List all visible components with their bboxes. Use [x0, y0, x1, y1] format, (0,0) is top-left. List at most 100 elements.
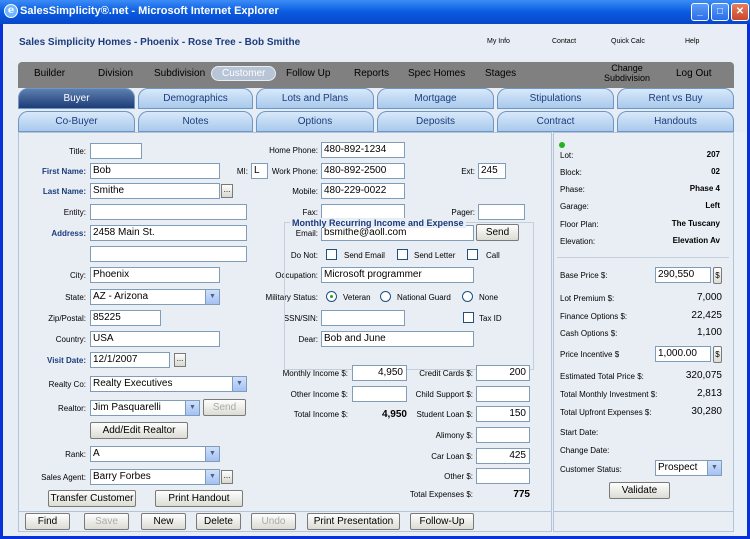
- first-name-input[interactable]: Bob: [90, 163, 220, 179]
- undo-button[interactable]: Undo: [251, 513, 296, 530]
- customer-status-select[interactable]: Prospect ▼: [655, 460, 722, 476]
- mobile-input[interactable]: 480-229-0022: [321, 183, 405, 199]
- entity-input[interactable]: [90, 204, 247, 220]
- monthly-income-input[interactable]: 4,950: [352, 365, 407, 381]
- print-presentation-button[interactable]: Print Presentation: [307, 513, 400, 530]
- base-price-dollar-button[interactable]: $: [713, 267, 722, 284]
- nav-builder[interactable]: Builder: [34, 68, 65, 79]
- realty-select[interactable]: Realty Executives ▼: [90, 376, 247, 392]
- nav-stages[interactable]: Stages: [485, 68, 516, 79]
- my-info-link[interactable]: My Info: [487, 38, 510, 45]
- maximize-button[interactable]: □: [711, 3, 729, 21]
- visit-date-input[interactable]: 12/1/2007: [90, 352, 170, 368]
- follow-up-button[interactable]: Follow-Up: [410, 513, 474, 530]
- realtor-select[interactable]: Jim Pasquarelli ▼: [90, 400, 200, 416]
- transfer-customer-button[interactable]: Transfer Customer: [48, 490, 136, 507]
- car-loan-input[interactable]: 425: [476, 448, 530, 464]
- car-loan-label: Car Loan $:: [431, 452, 473, 461]
- tab-contract[interactable]: Contract: [497, 111, 614, 132]
- address-line2-input[interactable]: [90, 246, 247, 262]
- home-phone-input[interactable]: 480-892-1234: [321, 142, 405, 158]
- lot-premium-value: 7,000: [696, 292, 722, 303]
- nav-logout[interactable]: Log Out: [676, 68, 712, 79]
- save-button[interactable]: Save: [84, 513, 129, 530]
- tab-co-buyer[interactable]: Co-Buyer: [18, 111, 135, 132]
- state-select[interactable]: AZ - Arizona ▼: [90, 289, 220, 305]
- chevron-down-icon: ▼: [707, 461, 721, 475]
- title-bar: e SalesSimplicity®.net - Microsoft Inter…: [0, 0, 750, 24]
- last-name-input[interactable]: Smithe: [90, 183, 220, 199]
- address-line1-input[interactable]: 2458 Main St.: [90, 225, 247, 241]
- scrollbar[interactable]: [734, 132, 747, 536]
- tab-stipulations[interactable]: Stipulations: [497, 88, 614, 109]
- nav-customer[interactable]: Customer: [211, 66, 277, 81]
- credit-cards-input[interactable]: 200: [476, 365, 530, 381]
- chevron-down-icon: ▼: [232, 377, 246, 391]
- alimony-input[interactable]: [476, 427, 530, 443]
- calendar-button[interactable]: ...: [174, 353, 186, 367]
- other-expense-input[interactable]: [476, 468, 530, 484]
- income-expense-title: Monthly Recurring Income and Expense: [290, 218, 466, 228]
- cash-options-value: 1,100: [696, 327, 722, 338]
- tab-handouts[interactable]: Handouts: [617, 111, 734, 132]
- tab-options[interactable]: Options: [256, 111, 374, 132]
- tab-mortgage[interactable]: Mortgage: [377, 88, 494, 109]
- contact-link[interactable]: Contact: [552, 38, 576, 45]
- nav-follow-up[interactable]: Follow Up: [286, 68, 330, 79]
- validate-button[interactable]: Validate: [609, 482, 670, 499]
- nav-change-line2: Subdivision: [604, 73, 651, 83]
- help-link[interactable]: Help: [685, 38, 699, 45]
- nav-division[interactable]: Division: [98, 68, 133, 79]
- upfront-expenses-value: 30,280: [691, 406, 722, 417]
- credit-cards-label: Credit Cards $:: [419, 369, 473, 378]
- rank-label: Rank:: [65, 450, 86, 459]
- finance-options-label: Finance Options $:: [560, 312, 628, 321]
- elevation-value: Elevation Av: [672, 236, 720, 245]
- nav-subdivision[interactable]: Subdivision: [154, 68, 205, 79]
- work-phone-input[interactable]: 480-892-2500: [321, 163, 405, 179]
- estimated-total-label: Estimated Total Price $:: [560, 372, 644, 381]
- tab-lots-and-plans[interactable]: Lots and Plans: [256, 88, 374, 109]
- tab-buyer[interactable]: Buyer: [18, 88, 135, 109]
- student-loan-input[interactable]: 150: [476, 406, 530, 422]
- tab-row-1: Buyer Demographics Lots and Plans Mortga…: [18, 88, 734, 109]
- pager-input[interactable]: [478, 204, 525, 220]
- base-price-input[interactable]: 290,550: [655, 267, 711, 283]
- last-name-lookup-button[interactable]: ...: [221, 184, 233, 198]
- lot-label: Lot:: [560, 151, 574, 160]
- price-incentive-input[interactable]: 1,000.00: [655, 346, 711, 362]
- quick-calc-link[interactable]: Quick Calc: [611, 38, 645, 45]
- nav-change-subdivision[interactable]: Change Subdivision: [604, 63, 650, 83]
- incentive-dollar-button[interactable]: $: [713, 346, 722, 363]
- minimize-button[interactable]: _: [691, 3, 709, 21]
- find-button[interactable]: Find: [25, 513, 70, 530]
- delete-button[interactable]: Delete: [196, 513, 241, 530]
- close-button[interactable]: ✕: [731, 3, 749, 21]
- new-button[interactable]: New: [141, 513, 186, 530]
- tab-demographics[interactable]: Demographics: [138, 88, 253, 109]
- nav-spec-homes[interactable]: Spec Homes: [408, 68, 465, 79]
- pager-label: Pager:: [451, 208, 475, 217]
- title-input[interactable]: [90, 143, 142, 159]
- tab-deposits[interactable]: Deposits: [377, 111, 494, 132]
- nav-reports[interactable]: Reports: [354, 68, 389, 79]
- print-handout-button[interactable]: Print Handout: [155, 490, 243, 507]
- customer-status-value: Prospect: [658, 462, 698, 473]
- agent-lookup-button[interactable]: ...: [221, 470, 233, 484]
- sales-agent-select[interactable]: Barry Forbes ▼: [90, 469, 220, 485]
- other-income-input[interactable]: [352, 386, 407, 402]
- child-support-input[interactable]: [476, 386, 530, 402]
- total-expenses-label: Total Expenses $:: [409, 490, 473, 499]
- rank-value: A: [93, 448, 100, 459]
- fax-label: Fax:: [302, 208, 318, 217]
- tab-notes[interactable]: Notes: [138, 111, 253, 132]
- tab-rent-vs-buy[interactable]: Rent vs Buy: [617, 88, 734, 109]
- country-input[interactable]: USA: [90, 331, 220, 347]
- ext-input[interactable]: 245: [478, 163, 506, 179]
- zip-input[interactable]: 85225: [90, 310, 161, 326]
- rank-select[interactable]: A ▼: [90, 446, 220, 462]
- estimated-total-value: 320,075: [685, 370, 722, 381]
- city-input[interactable]: Phoenix: [90, 267, 220, 283]
- realtor-send-button[interactable]: Send: [203, 399, 246, 416]
- add-edit-realtor-button[interactable]: Add/Edit Realtor: [90, 422, 188, 439]
